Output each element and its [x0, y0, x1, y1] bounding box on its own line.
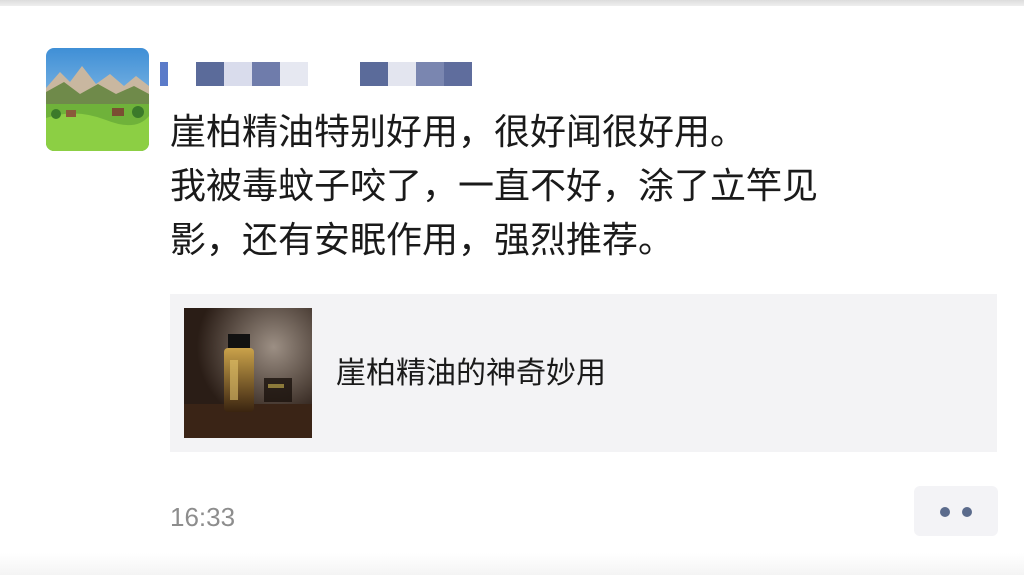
- username-pixel-block: [196, 62, 224, 86]
- username-pixel-block: [252, 62, 280, 86]
- username-pixel-block: [280, 62, 308, 86]
- username-pixel-block: [160, 62, 168, 86]
- avatar[interactable]: [46, 48, 149, 151]
- username-pixel-block: [444, 62, 472, 86]
- username-pixel-block: [360, 62, 388, 86]
- username-pixel-block: [388, 62, 416, 86]
- bottom-fade: [0, 553, 1024, 575]
- username-pixel-block: [224, 62, 252, 86]
- link-card-title: 崖柏精油的神奇妙用: [336, 356, 606, 391]
- link-card[interactable]: 崖柏精油的神奇妙用: [170, 294, 997, 452]
- post-text: 崖柏精油特别好用，很好闻很好用。 我被毒蚊子咬了，一直不好，涂了立竿见 影，还有…: [170, 112, 819, 261]
- post-timestamp: 16:33: [170, 502, 236, 532]
- top-divider: [0, 0, 1024, 6]
- username-pixelated[interactable]: [160, 62, 480, 86]
- more-options-button[interactable]: [914, 486, 998, 536]
- link-card-thumbnail: [184, 308, 312, 438]
- username-pixel-block: [416, 62, 444, 86]
